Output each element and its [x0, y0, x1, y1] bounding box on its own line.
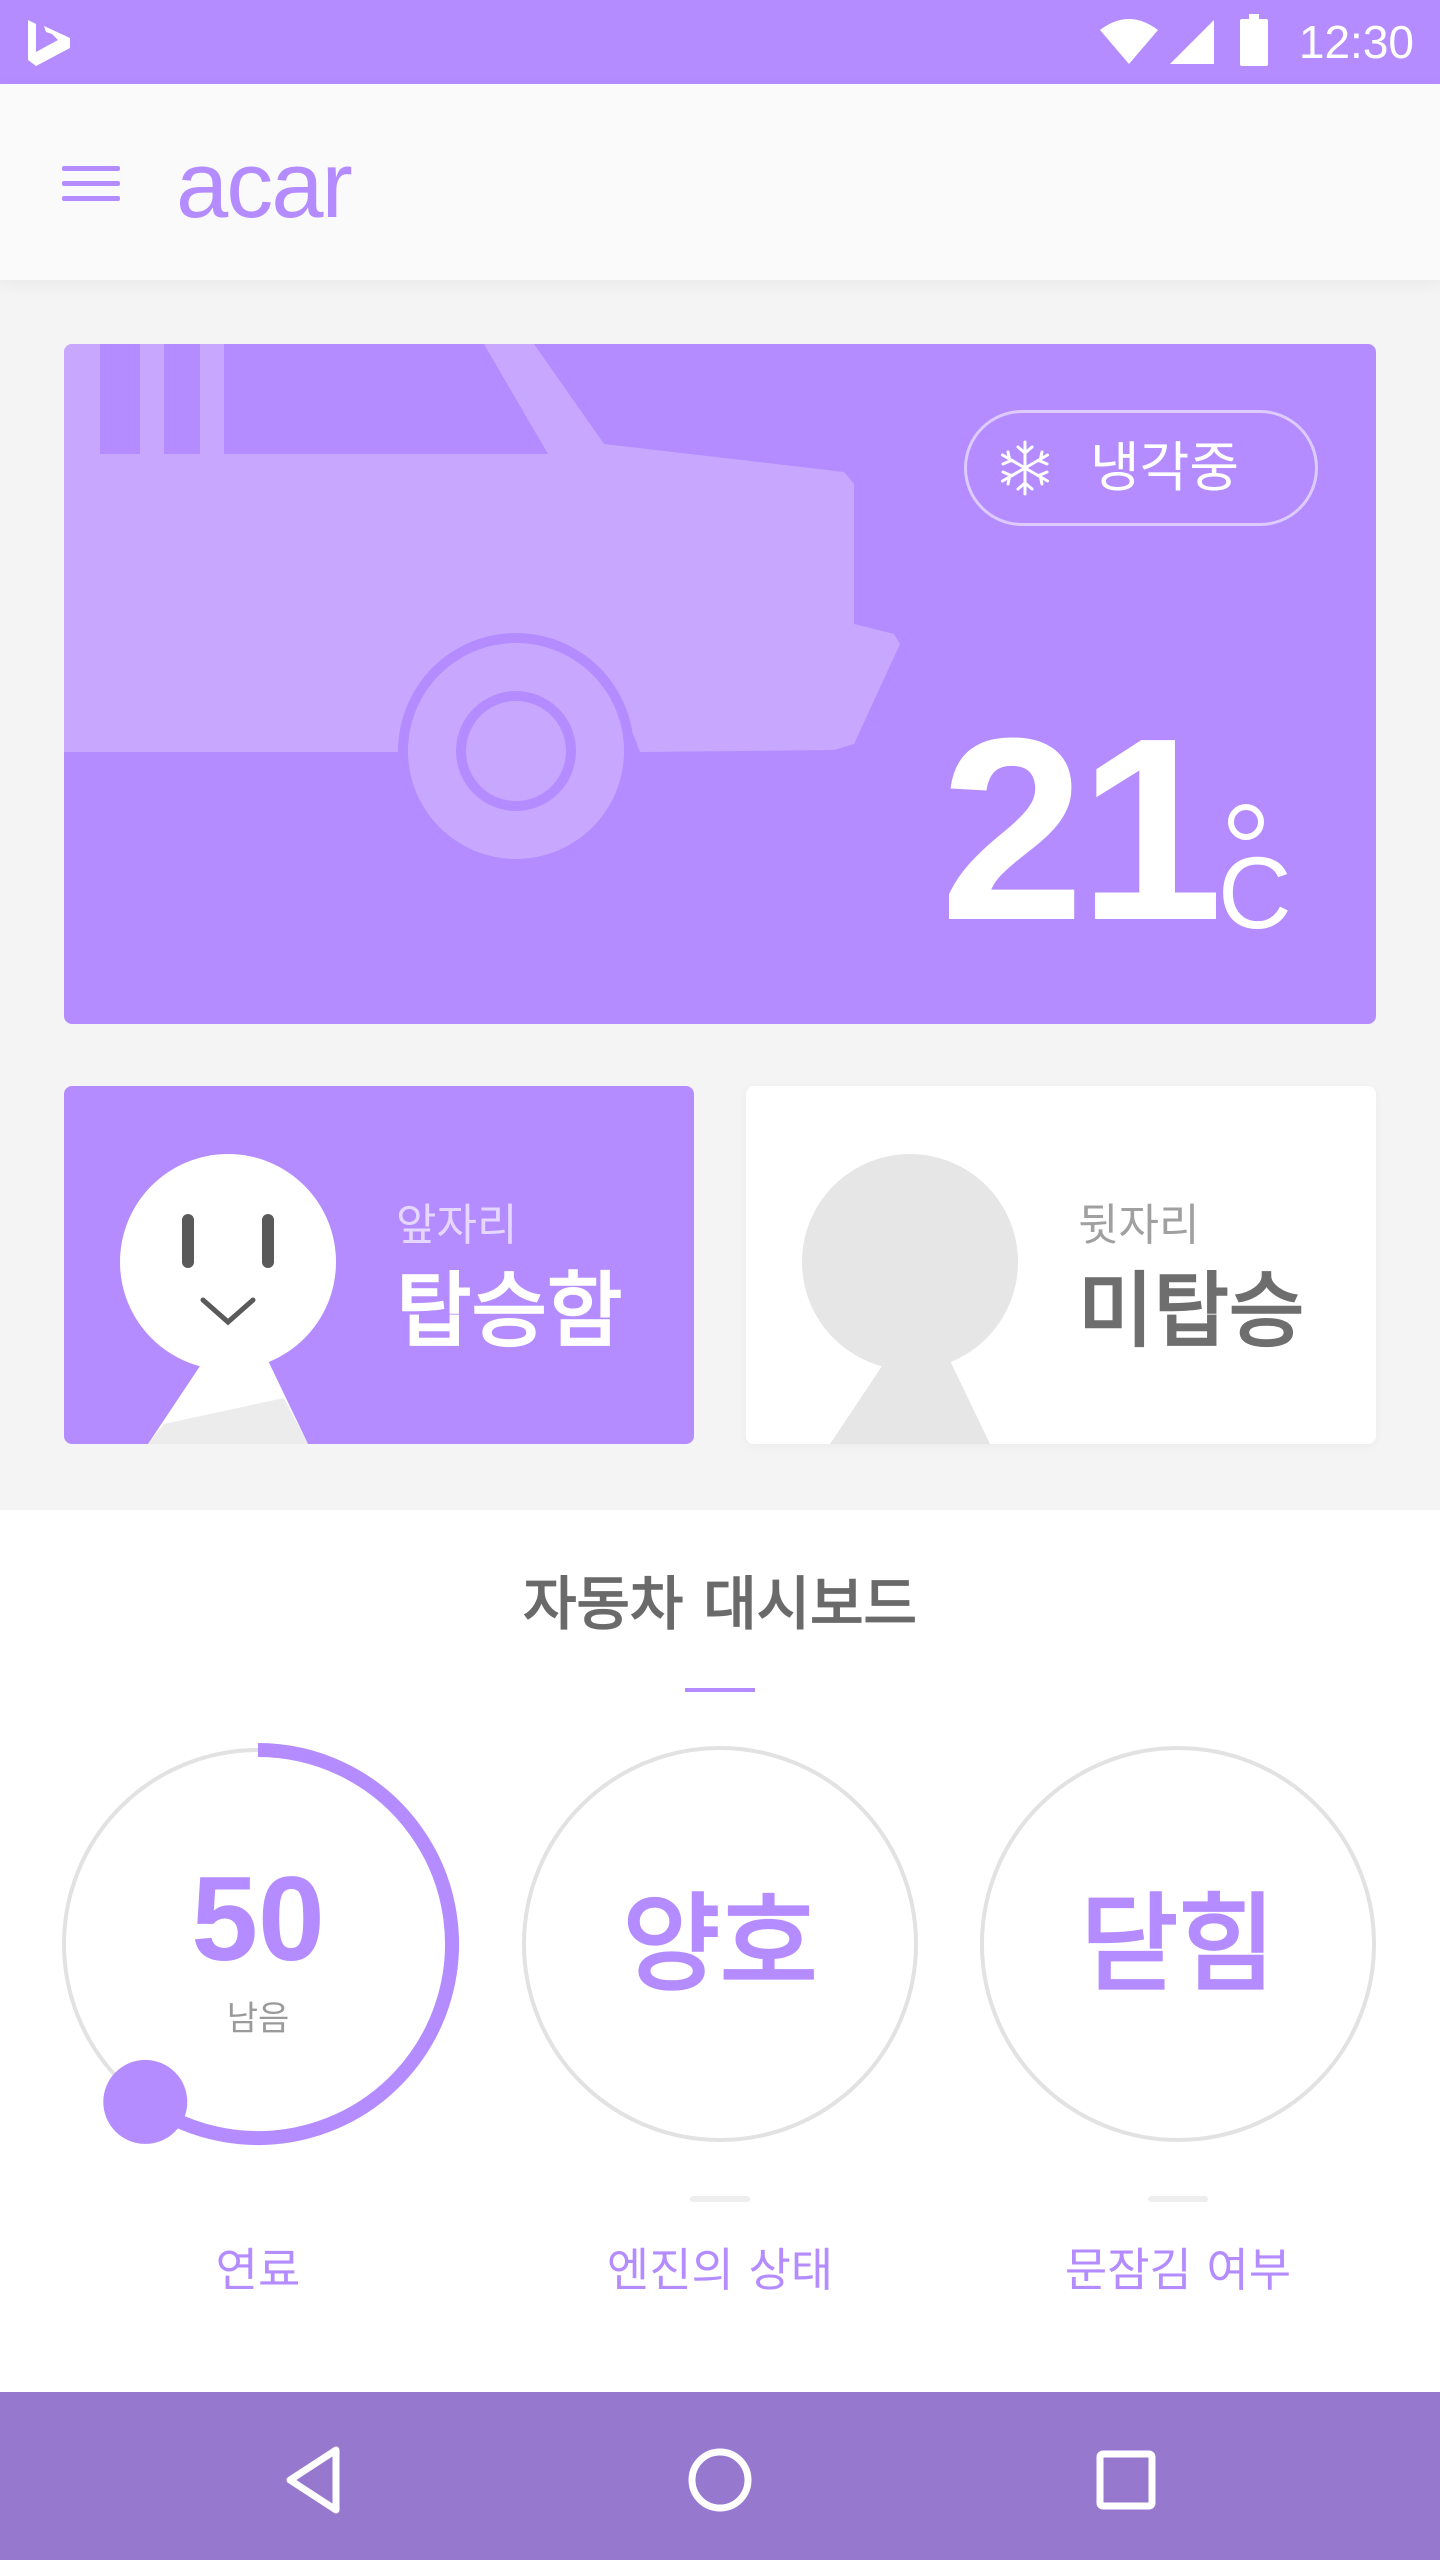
signal-icon	[1170, 20, 1214, 64]
wifi-icon	[1100, 19, 1158, 64]
bing-logo-icon	[28, 20, 70, 66]
temperature-unit: C	[1218, 836, 1292, 950]
fuel-label: 연료	[215, 2243, 301, 2297]
rear-seat-status: 미탑승	[1078, 1264, 1305, 1359]
fuel-gauge-knob[interactable]	[103, 2059, 188, 2144]
front-seat-card[interactable]: 앞자리 탑승함	[64, 1086, 694, 1444]
engine-status-value: 양호	[622, 1883, 818, 2006]
status-time: 12:30	[1298, 16, 1414, 68]
snowflake-icon	[1001, 440, 1049, 496]
status-bar	[0, 0, 1440, 84]
temperature-value: 21	[940, 685, 1223, 975]
door-lock-value: 닫힘	[1080, 1883, 1276, 2006]
home-icon[interactable]	[680, 2440, 760, 2520]
empty-passenger-avatar	[802, 1154, 1018, 1444]
occupied-passenger-avatar	[120, 1154, 336, 1444]
cooling-label: 냉각중	[1090, 436, 1240, 499]
recent-apps-icon[interactable]	[1086, 2440, 1166, 2520]
fuel-remaining-label: 남음	[226, 1999, 290, 2039]
rear-seat-label: 뒷자리	[1078, 1200, 1200, 1251]
fuel-value: 50	[191, 1852, 325, 1986]
dashboard-title: 자동차 대시보드	[523, 1570, 917, 1638]
menu-icon[interactable]	[62, 164, 120, 204]
front-seat-label: 앞자리	[396, 1200, 518, 1251]
back-icon[interactable]	[276, 2440, 356, 2520]
battery-icon	[1240, 14, 1268, 66]
degree-symbol	[1228, 804, 1264, 840]
engine-label: 엔진의 상태	[606, 2243, 834, 2297]
title-divider	[685, 1688, 755, 1692]
door-lock-label: 문잠김 여부	[1064, 2243, 1292, 2297]
app-logo: acar	[176, 132, 353, 237]
engine-indicator	[690, 2196, 750, 2202]
rear-seat-card[interactable]: 뒷자리 미탑승	[746, 1086, 1376, 1444]
front-seat-status: 탑승함	[396, 1264, 623, 1359]
door-indicator	[1148, 2196, 1208, 2202]
